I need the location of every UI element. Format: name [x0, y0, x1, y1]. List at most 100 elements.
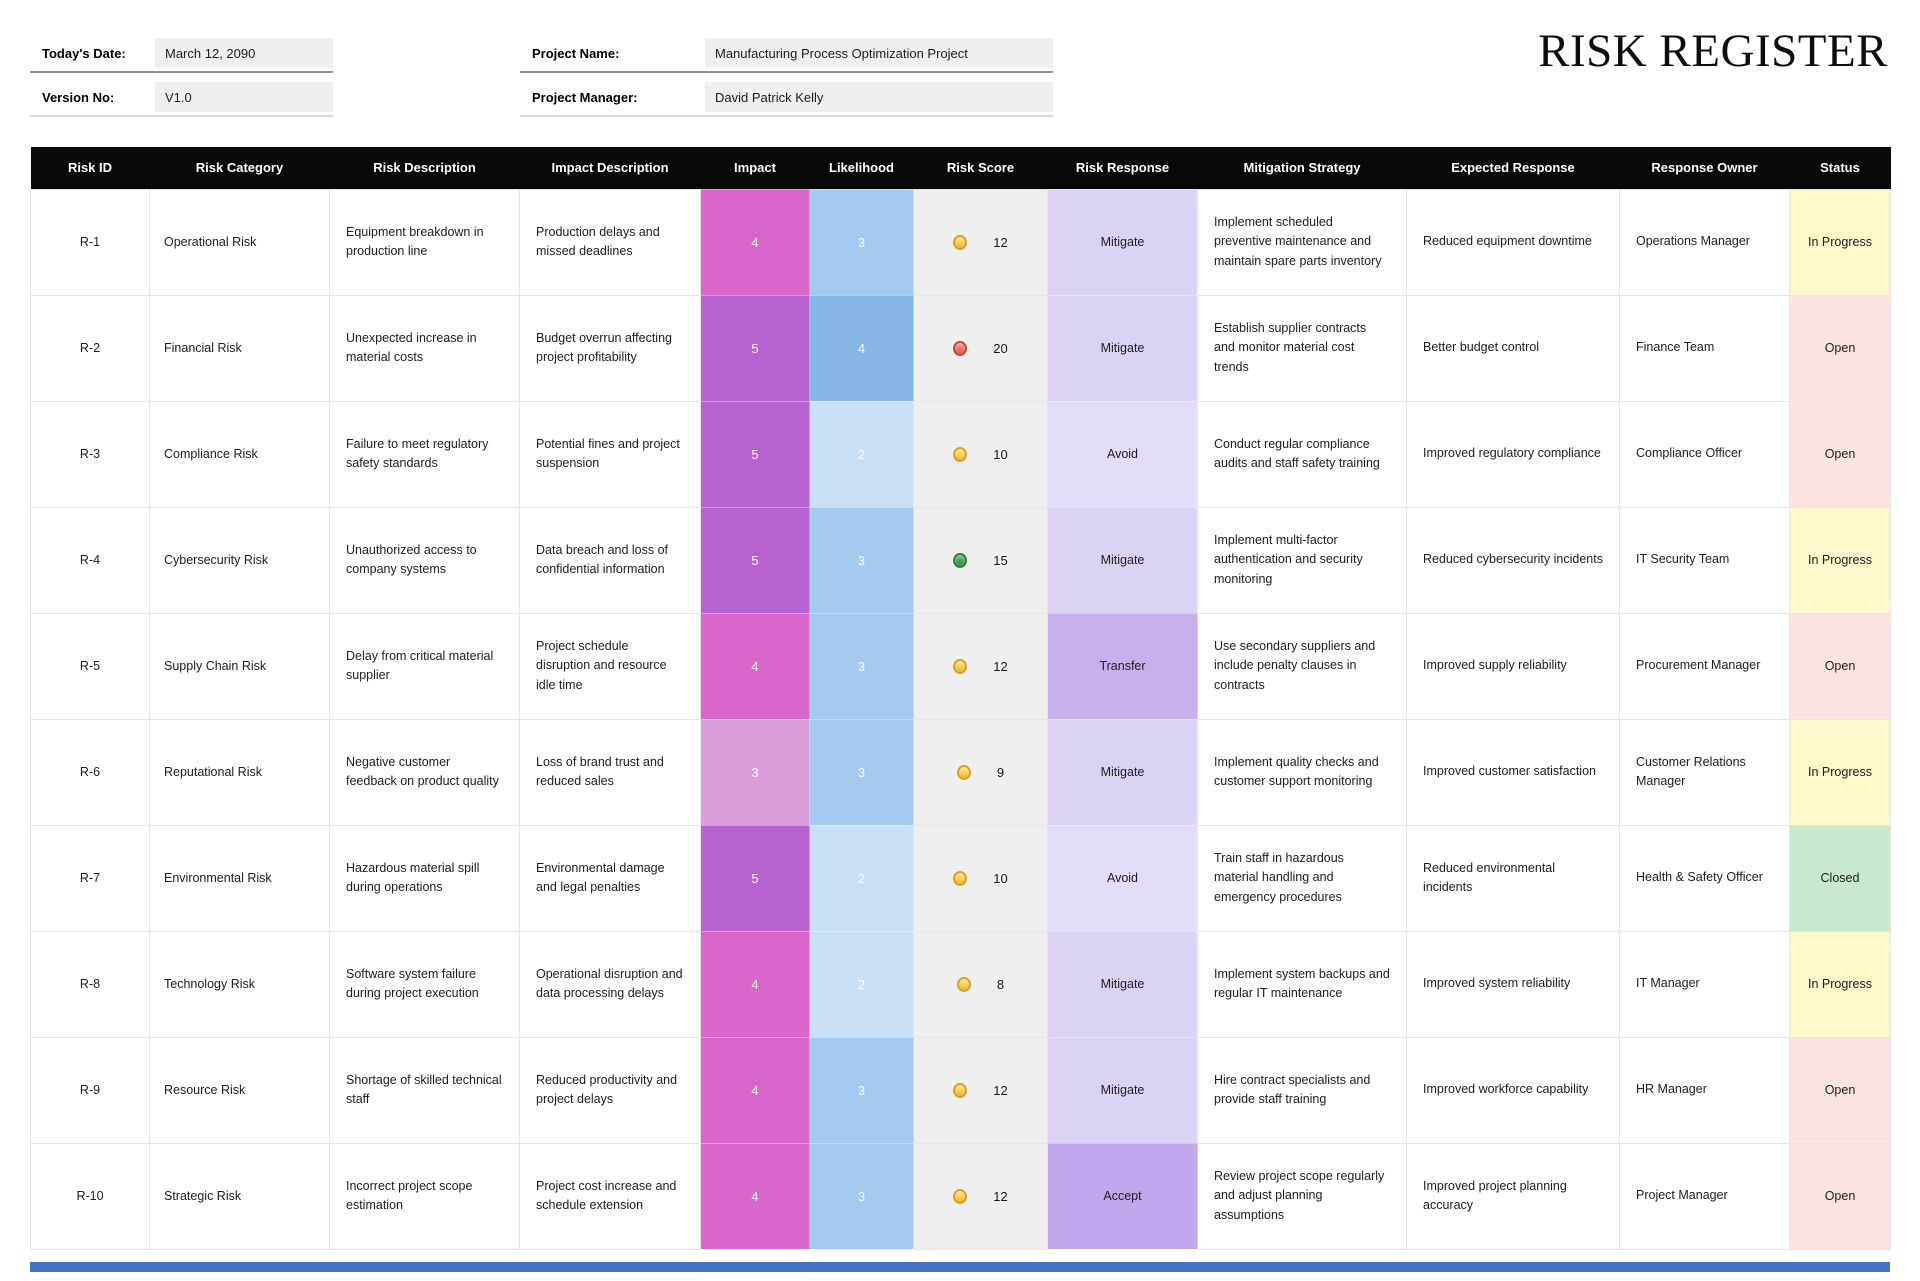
impact-description-cell: Potential fines and project suspension — [520, 401, 701, 507]
likelihood-cell[interactable]: 3 — [810, 613, 914, 719]
risk-response-cell[interactable]: Mitigate — [1048, 1037, 1198, 1143]
project-name-value[interactable]: Manufacturing Process Optimization Proje… — [705, 38, 1053, 68]
horizontal-scrollbar[interactable] — [30, 1262, 1890, 1272]
impact-cell[interactable]: 4 — [701, 189, 810, 295]
impact-cell[interactable]: 5 — [701, 825, 810, 931]
risk-score-cell: 12 — [914, 1037, 1048, 1143]
risk-level-indicator-icon — [957, 977, 971, 992]
risk-level-indicator-icon — [953, 659, 967, 674]
impact-cell[interactable]: 5 — [701, 507, 810, 613]
column-header: Impact — [701, 147, 810, 189]
risk-level-indicator-icon — [953, 871, 967, 886]
risk-response-cell[interactable]: Mitigate — [1048, 189, 1198, 295]
mitigation-strategy-cell: Establish supplier contracts and monitor… — [1198, 295, 1407, 401]
risk-response-cell[interactable]: Mitigate — [1048, 719, 1198, 825]
response-owner-cell: Customer Relations Manager — [1620, 719, 1790, 825]
risk-score-cell: 9 — [914, 719, 1048, 825]
response-owner-cell: Procurement Manager — [1620, 613, 1790, 719]
project-manager-value[interactable]: David Patrick Kelly — [705, 82, 1053, 112]
risk-id-cell: R-4 — [31, 507, 150, 613]
mitigation-strategy-cell: Train staff in hazardous material handli… — [1198, 825, 1407, 931]
mitigation-strategy-cell: Implement multi-factor authentication an… — [1198, 507, 1407, 613]
response-owner-cell: Compliance Officer — [1620, 401, 1790, 507]
likelihood-cell[interactable]: 3 — [810, 189, 914, 295]
risk-score-value: 12 — [993, 1083, 1007, 1098]
impact-cell[interactable]: 4 — [701, 1037, 810, 1143]
likelihood-cell[interactable]: 4 — [810, 295, 914, 401]
risk-description-cell: Software system failure during project e… — [330, 931, 520, 1037]
response-owner-cell: Health & Safety Officer — [1620, 825, 1790, 931]
impact-cell[interactable]: 4 — [701, 931, 810, 1037]
risk-response-cell[interactable]: Avoid — [1048, 401, 1198, 507]
risk-level-indicator-icon — [953, 1083, 967, 1098]
version-label: Version No: — [30, 82, 155, 112]
risk-response-cell[interactable]: Transfer — [1048, 613, 1198, 719]
risk-response-cell[interactable]: Avoid — [1048, 825, 1198, 931]
likelihood-cell[interactable]: 2 — [810, 825, 914, 931]
impact-cell[interactable]: 4 — [701, 1143, 810, 1249]
status-cell[interactable]: In Progress — [1790, 507, 1891, 613]
status-cell[interactable]: Open — [1790, 401, 1891, 507]
status-cell[interactable]: Closed — [1790, 825, 1891, 931]
risk-category-cell: Financial Risk — [150, 295, 330, 401]
page-title: RISK REGISTER — [1538, 24, 1888, 78]
impact-cell[interactable]: 4 — [701, 613, 810, 719]
impact-description-cell: Project schedule disruption and resource… — [520, 613, 701, 719]
column-header: Likelihood — [810, 147, 914, 189]
table-header-row: Risk IDRisk CategoryRisk DescriptionImpa… — [31, 147, 1891, 189]
mitigation-strategy-cell: Implement quality checks and customer su… — [1198, 719, 1407, 825]
risk-description-cell: Delay from critical material supplier — [330, 613, 520, 719]
risk-category-cell: Strategic Risk — [150, 1143, 330, 1249]
likelihood-cell[interactable]: 3 — [810, 719, 914, 825]
impact-cell[interactable]: 5 — [701, 401, 810, 507]
risk-response-cell[interactable]: Accept — [1048, 1143, 1198, 1249]
table-row: R-1 Operational Risk Equipment breakdown… — [31, 189, 1891, 295]
status-cell[interactable]: Open — [1790, 1143, 1891, 1249]
impact-description-cell: Production delays and missed deadlines — [520, 189, 701, 295]
risk-id-cell: R-5 — [31, 613, 150, 719]
status-cell[interactable]: In Progress — [1790, 719, 1891, 825]
risk-level-indicator-icon — [953, 341, 967, 356]
response-owner-cell: IT Manager — [1620, 931, 1790, 1037]
table-row: R-5 Supply Chain Risk Delay from critica… — [31, 613, 1891, 719]
version-value[interactable]: V1.0 — [155, 82, 333, 112]
expected-response-cell: Reduced equipment downtime — [1407, 189, 1620, 295]
impact-description-cell: Environmental damage and legal penalties — [520, 825, 701, 931]
impact-cell[interactable]: 5 — [701, 295, 810, 401]
likelihood-cell[interactable]: 3 — [810, 507, 914, 613]
likelihood-cell[interactable]: 3 — [810, 1037, 914, 1143]
status-cell[interactable]: Open — [1790, 613, 1891, 719]
likelihood-cell[interactable]: 2 — [810, 401, 914, 507]
project-name-label: Project Name: — [520, 38, 705, 68]
impact-cell[interactable]: 3 — [701, 719, 810, 825]
status-cell[interactable]: In Progress — [1790, 931, 1891, 1037]
table-row: R-2 Financial Risk Unexpected increase i… — [31, 295, 1891, 401]
table-row: R-9 Resource Risk Shortage of skilled te… — [31, 1037, 1891, 1143]
risk-score-cell: 12 — [914, 613, 1048, 719]
expected-response-cell: Improved workforce capability — [1407, 1037, 1620, 1143]
impact-description-cell: Project cost increase and schedule exten… — [520, 1143, 701, 1249]
risk-response-cell[interactable]: Mitigate — [1048, 295, 1198, 401]
mitigation-strategy-cell: Hire contract specialists and provide st… — [1198, 1037, 1407, 1143]
risk-description-cell: Incorrect project scope estimation — [330, 1143, 520, 1249]
todays-date-value[interactable]: March 12, 2090 — [155, 38, 333, 68]
impact-description-cell: Loss of brand trust and reduced sales — [520, 719, 701, 825]
risk-response-cell[interactable]: Mitigate — [1048, 931, 1198, 1037]
risk-category-cell: Environmental Risk — [150, 825, 330, 931]
status-cell[interactable]: Open — [1790, 295, 1891, 401]
likelihood-cell[interactable]: 2 — [810, 931, 914, 1037]
status-cell[interactable]: Open — [1790, 1037, 1891, 1143]
project-manager-label: Project Manager: — [520, 82, 705, 112]
likelihood-cell[interactable]: 3 — [810, 1143, 914, 1249]
table-body: R-1 Operational Risk Equipment breakdown… — [31, 189, 1891, 1249]
risk-score-value: 9 — [997, 765, 1004, 780]
risk-response-cell[interactable]: Mitigate — [1048, 507, 1198, 613]
impact-description-cell: Data breach and loss of confidential inf… — [520, 507, 701, 613]
status-cell[interactable]: In Progress — [1790, 189, 1891, 295]
risk-category-cell: Compliance Risk — [150, 401, 330, 507]
risk-score-cell: 10 — [914, 825, 1048, 931]
risk-id-cell: R-10 — [31, 1143, 150, 1249]
risk-score-value: 15 — [993, 553, 1007, 568]
risk-score-value: 8 — [997, 977, 1004, 992]
column-header: Impact Description — [520, 147, 701, 189]
